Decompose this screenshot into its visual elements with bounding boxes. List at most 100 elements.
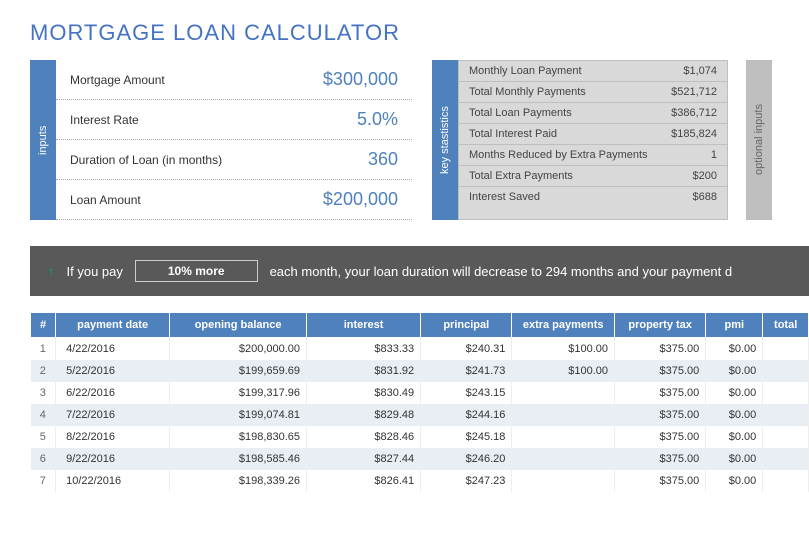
table-row: 710/22/2016$198,339.26$826.41$247.23$375… — [31, 470, 809, 492]
cell-extra — [512, 404, 615, 426]
input-row: Interest Rate 5.0% — [56, 100, 412, 140]
stats-value: $185,824 — [671, 128, 717, 140]
input-value[interactable]: 5.0% — [357, 109, 398, 130]
stats-label: Total Interest Paid — [469, 128, 557, 140]
cell-idx: 7 — [31, 470, 56, 492]
cell-interest: $833.33 — [307, 338, 421, 361]
th-tax: property tax — [615, 313, 706, 338]
stats-value: $1,074 — [683, 65, 717, 77]
cell-tax: $375.00 — [615, 426, 706, 448]
cell-extra: $100.00 — [512, 360, 615, 382]
cell-idx: 3 — [31, 382, 56, 404]
cell-date: 5/22/2016 — [56, 360, 170, 382]
input-label: Duration of Loan (in months) — [70, 153, 222, 167]
cell-interest: $827.44 — [307, 448, 421, 470]
cell-idx: 4 — [31, 404, 56, 426]
inputs-body: Mortgage Amount $300,000 Interest Rate 5… — [56, 60, 412, 220]
stats-label: Total Monthly Payments — [469, 86, 586, 98]
cell-interest: $831.92 — [307, 360, 421, 382]
cell-date: 6/22/2016 — [56, 382, 170, 404]
banner-suffix: each month, your loan duration will decr… — [270, 264, 733, 279]
stats-panel: key stastistics Monthly Loan Payment$1,0… — [432, 60, 772, 220]
cell-total — [763, 404, 809, 426]
cell-extra — [512, 470, 615, 492]
stats-value: $521,712 — [671, 86, 717, 98]
cell-balance: $199,659.69 — [170, 360, 307, 382]
cell-pmi: $0.00 — [706, 382, 763, 404]
stats-row: Monthly Loan Payment$1,074 — [459, 61, 727, 82]
stats-value: $200 — [693, 170, 717, 182]
cell-pmi: $0.00 — [706, 426, 763, 448]
stats-row: Months Reduced by Extra Payments1 — [459, 145, 727, 166]
cell-interest: $829.48 — [307, 404, 421, 426]
table-header-row: # payment date opening balance interest … — [31, 313, 809, 338]
cell-idx: 1 — [31, 338, 56, 361]
th-idx: # — [31, 313, 56, 338]
table-row: 36/22/2016$199,317.96$830.49$243.15$375.… — [31, 382, 809, 404]
cell-interest: $830.49 — [307, 382, 421, 404]
stats-row: Total Interest Paid $185,824 — [459, 124, 727, 145]
stats-row: Total Extra Payments $200 — [459, 166, 727, 187]
input-value[interactable]: 360 — [368, 149, 398, 170]
cell-interest: $826.41 — [307, 470, 421, 492]
cell-date: 10/22/2016 — [56, 470, 170, 492]
input-row: Loan Amount $200,000 — [56, 180, 412, 220]
cell-total — [763, 470, 809, 492]
cell-principal: $241.73 — [421, 360, 512, 382]
input-value[interactable]: $200,000 — [323, 189, 398, 210]
table-row: 58/22/2016$198,830.65$828.46$245.18$375.… — [31, 426, 809, 448]
cell-total — [763, 426, 809, 448]
arrow-up-icon: ↑ — [48, 264, 55, 279]
cell-balance: $198,339.26 — [170, 470, 307, 492]
banner-pct-input[interactable]: 10% more — [135, 260, 258, 282]
input-label: Loan Amount — [70, 193, 141, 207]
cell-date: 9/22/2016 — [56, 448, 170, 470]
cell-balance: $198,830.65 — [170, 426, 307, 448]
input-label: Interest Rate — [70, 113, 139, 127]
th-principal: principal — [421, 313, 512, 338]
cell-principal: $244.16 — [421, 404, 512, 426]
stats-label: Months Reduced by Extra Payments — [469, 149, 648, 161]
cell-balance: $199,074.81 — [170, 404, 307, 426]
cell-principal: $240.31 — [421, 338, 512, 361]
advice-banner: ↑ If you pay 10% more each month, your l… — [30, 246, 809, 296]
amortization-table: # payment date opening balance interest … — [30, 312, 809, 492]
stats-label: Total Loan Payments — [469, 107, 572, 119]
cell-tax: $375.00 — [615, 448, 706, 470]
stats-label: Total Extra Payments — [469, 170, 573, 182]
cell-tax: $375.00 — [615, 404, 706, 426]
cell-pmi: $0.00 — [706, 470, 763, 492]
cell-total — [763, 382, 809, 404]
cell-principal: $246.20 — [421, 448, 512, 470]
stats-label: Interest Saved — [469, 191, 540, 203]
inputs-panel: inputs Mortgage Amount $300,000 Interest… — [30, 60, 412, 220]
cell-pmi: $0.00 — [706, 338, 763, 361]
cell-principal: $243.15 — [421, 382, 512, 404]
input-label: Mortgage Amount — [70, 73, 165, 87]
cell-tax: $375.00 — [615, 338, 706, 361]
banner-prefix: If you pay — [67, 264, 123, 279]
stats-value: $688 — [693, 191, 717, 203]
inputs-sidebar-label: inputs — [30, 60, 56, 220]
cell-idx: 2 — [31, 360, 56, 382]
stats-value: $386,712 — [671, 107, 717, 119]
page-title: MORTGAGE LOAN CALCULATOR — [30, 20, 809, 46]
input-row: Mortgage Amount $300,000 — [56, 60, 412, 100]
cell-tax: $375.00 — [615, 360, 706, 382]
stats-row: Interest Saved $688 — [459, 187, 727, 207]
input-value[interactable]: $300,000 — [323, 69, 398, 90]
stats-row: Total Loan Payments $386,712 — [459, 103, 727, 124]
cell-interest: $828.46 — [307, 426, 421, 448]
cell-balance: $198,585.46 — [170, 448, 307, 470]
input-row: Duration of Loan (in months) 360 — [56, 140, 412, 180]
optional-inputs-tab[interactable]: optional inputs — [746, 60, 772, 220]
th-interest: interest — [307, 313, 421, 338]
cell-total — [763, 360, 809, 382]
cell-pmi: $0.00 — [706, 404, 763, 426]
cell-pmi: $0.00 — [706, 448, 763, 470]
cell-pmi: $0.00 — [706, 360, 763, 382]
stats-row: Total Monthly Payments $521,712 — [459, 82, 727, 103]
th-total: total — [763, 313, 809, 338]
cell-principal: $245.18 — [421, 426, 512, 448]
cell-balance: $199,317.96 — [170, 382, 307, 404]
